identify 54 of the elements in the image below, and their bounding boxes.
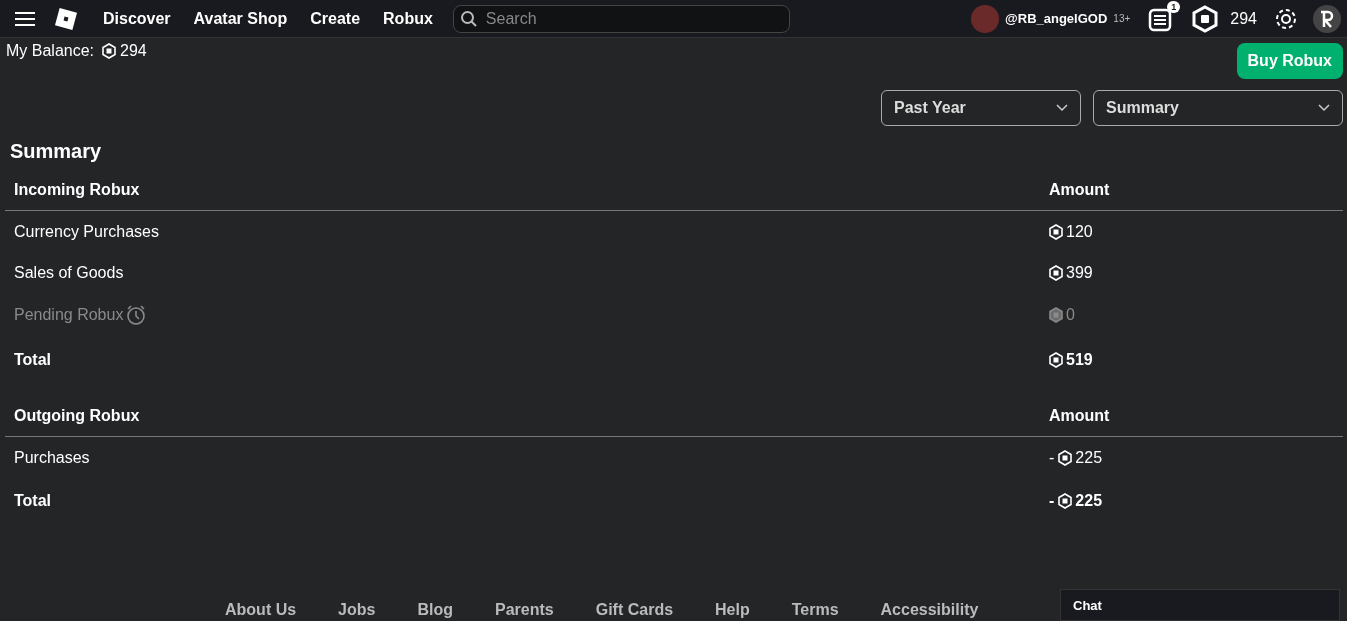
section-title: Summary xyxy=(9,139,103,164)
chevron-down-icon xyxy=(1056,104,1068,112)
balance-label: My Balance: xyxy=(6,42,95,60)
amount-value: 225 xyxy=(1075,492,1103,510)
robux-icon xyxy=(1049,307,1063,323)
robux-icon xyxy=(1049,264,1063,281)
nav-link[interactable]: Robux xyxy=(383,9,433,28)
column-header: Outgoing Robux xyxy=(13,407,141,425)
dropdown[interactable]: Summary xyxy=(1093,90,1343,126)
row-label: Purchases xyxy=(14,448,90,467)
row-label: Pending Robux xyxy=(14,306,124,324)
minus-sign: - xyxy=(1049,448,1055,467)
search-field[interactable]: Search xyxy=(452,4,790,33)
footer-link[interactable]: Blog xyxy=(417,601,453,619)
amount-value: 225 xyxy=(1075,448,1103,467)
robux-icon xyxy=(102,43,117,59)
footer-link[interactable]: Jobs xyxy=(338,601,376,619)
robux-icon[interactable] xyxy=(1192,4,1219,33)
amount-value: 120 xyxy=(1066,222,1093,241)
row-label: Sales of Goods xyxy=(14,263,124,282)
r-plus-icon[interactable] xyxy=(1313,4,1341,33)
nav-link[interactable]: Discover xyxy=(103,9,171,28)
footer-link[interactable]: Help xyxy=(715,601,750,619)
amount-value: 519 xyxy=(1066,351,1093,369)
minus-sign: - xyxy=(1049,492,1055,510)
column-header: Incoming Robux xyxy=(13,181,141,199)
nav-link[interactable]: Create xyxy=(310,9,361,28)
dropdown[interactable]: Past Year xyxy=(881,90,1081,126)
robux-icon xyxy=(1058,493,1073,509)
footer-link[interactable]: Gift Cards xyxy=(595,601,674,619)
robux-icon xyxy=(1049,352,1063,368)
menu-icon[interactable] xyxy=(14,9,36,28)
nav-link[interactable]: Avatar Shop xyxy=(193,9,288,28)
robux-icon xyxy=(1049,223,1063,240)
robux-icon xyxy=(1058,449,1073,466)
row-label: Currency Purchases xyxy=(14,222,159,241)
username[interactable]: @RB_angelGOD xyxy=(1005,11,1108,26)
balance-amount: 294 xyxy=(120,42,147,60)
column-header: Amount xyxy=(1049,407,1111,425)
column-header: Amount xyxy=(1049,181,1111,199)
footer-link[interactable]: Parents xyxy=(495,601,554,619)
chat-panel-header[interactable]: Chat xyxy=(1060,589,1340,621)
robux-count[interactable]: 294 xyxy=(1230,9,1257,28)
footer-link[interactable]: Terms xyxy=(791,601,839,619)
footer-link[interactable]: Accessibility xyxy=(880,601,979,619)
amount-value: 399 xyxy=(1066,263,1093,282)
alarm-clock-icon xyxy=(125,304,148,326)
chevron-down-icon xyxy=(1318,104,1330,112)
age-label: 13+ xyxy=(1113,13,1131,24)
notification-count: 1 xyxy=(1167,0,1181,13)
row-label: Total xyxy=(14,492,52,510)
amount-value: 0 xyxy=(1066,306,1075,324)
footer-link[interactable]: About Us xyxy=(225,601,297,619)
row-label: Total xyxy=(14,351,52,369)
